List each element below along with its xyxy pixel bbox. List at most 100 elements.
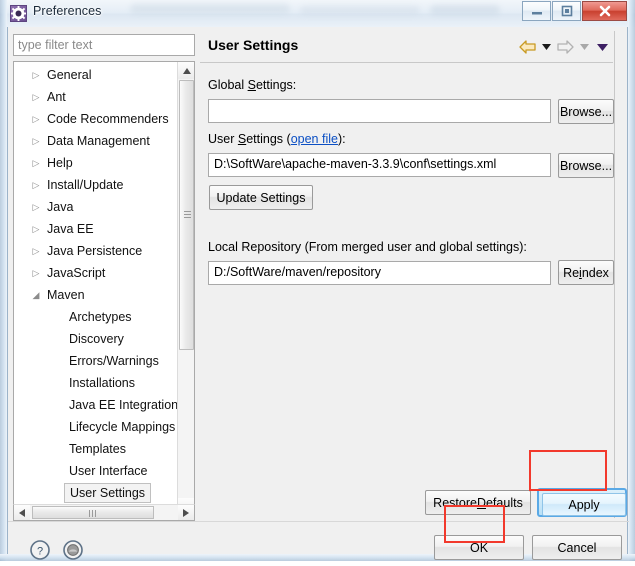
user-settings-label-mid: ettings (	[246, 132, 291, 146]
tree-item-discovery[interactable]: Discovery	[14, 328, 194, 350]
minimize-button[interactable]	[522, 1, 551, 21]
apply-circle-icon[interactable]	[62, 539, 84, 561]
tree-scrollbar-thumb[interactable]	[179, 80, 194, 350]
tree-item-label: Archetypes	[69, 310, 132, 324]
restore-defaults-label-pre: Restore	[433, 495, 477, 510]
collapsed-triangle-icon[interactable]: ▷	[30, 86, 42, 108]
global-settings-label-post: ettings:	[255, 78, 297, 92]
tree-item-label: Java EE	[47, 222, 94, 236]
tree-item-user-interface[interactable]: User Interface	[14, 460, 194, 482]
collapsed-triangle-icon[interactable]: ▷	[30, 196, 42, 218]
scroll-up-icon[interactable]	[178, 62, 194, 79]
open-file-link[interactable]: open file	[291, 132, 338, 146]
window-edge-right	[628, 0, 635, 561]
collapsed-triangle-icon[interactable]: ▷	[30, 108, 42, 130]
tree-item-list: ▷ General ▷ Ant ▷ Code Recommenders ▷ Data Mana…	[14, 64, 194, 515]
collapsed-triangle-icon[interactable]: ▷	[30, 174, 42, 196]
close-button[interactable]	[582, 1, 627, 21]
tree-item-label: Errors/Warnings	[69, 354, 159, 368]
tree-horizontal-scrollbar[interactable]	[13, 504, 195, 521]
global-settings-browse-button[interactable]: Browse...	[558, 99, 614, 124]
page-title: User Settings	[208, 37, 299, 53]
scrollbar-grip-icon	[184, 211, 191, 219]
tree-item-label: Java	[47, 200, 74, 214]
desktop-glass-blur	[130, 4, 290, 14]
global-settings-input[interactable]	[208, 99, 551, 123]
collapsed-triangle-icon[interactable]: ▷	[30, 218, 42, 240]
collapsed-triangle-icon[interactable]: ▷	[30, 64, 42, 86]
collapsed-triangle-icon[interactable]: ▷	[30, 262, 42, 284]
tree-item-ant[interactable]: ▷ Ant	[14, 86, 194, 108]
help-circle-icon[interactable]: ?	[29, 539, 51, 561]
local-repository-input[interactable]: D:/SoftWare/maven/repository	[208, 261, 551, 285]
tree-item-label: Templates	[69, 442, 126, 456]
cancel-button[interactable]: Cancel	[532, 535, 622, 560]
window-title: Preferences	[33, 4, 102, 18]
tree-item-java-ee[interactable]: ▷ Java EE	[14, 218, 194, 240]
tree-item-general[interactable]: ▷ General	[14, 64, 194, 86]
maximize-button[interactable]	[552, 1, 581, 21]
tree-item-label: Code Recommenders	[47, 112, 169, 126]
tree-item-user-settings[interactable]: User Settings	[14, 482, 194, 504]
global-settings-label: Global Settings:	[208, 78, 296, 92]
tree-item-lifecycle-mappings[interactable]: Lifecycle Mappings	[14, 416, 194, 438]
tree-item-label: Discovery	[69, 332, 124, 346]
forward-arrow-icon	[556, 38, 574, 56]
apply-button[interactable]: Apply	[542, 493, 626, 516]
minimize-icon	[523, 2, 550, 20]
tree-item-label: Help	[47, 156, 73, 170]
scroll-right-icon[interactable]	[178, 505, 194, 520]
tree-item-archetypes[interactable]: Archetypes	[14, 306, 194, 328]
tree-item-javascript[interactable]: ▷ JavaScript	[14, 262, 194, 284]
collapsed-triangle-icon[interactable]: ▷	[30, 130, 42, 152]
user-settings-label: User Settings (open file):	[208, 132, 346, 146]
close-icon	[583, 2, 626, 20]
tree-item-java-persistence[interactable]: ▷ Java Persistence	[14, 240, 194, 262]
back-dropdown-chevron-down-icon[interactable]	[540, 38, 552, 56]
back-arrow-icon[interactable]	[518, 38, 536, 56]
tree-item-label: User Interface	[69, 464, 148, 478]
reindex-button[interactable]: Re i ndex	[558, 260, 614, 285]
tree-item-label: JavaScript	[47, 266, 106, 280]
tree-item-label: Java Persistence	[47, 244, 143, 258]
tree-item-errors-warnings[interactable]: Errors/Warnings	[14, 350, 194, 372]
collapsed-triangle-icon[interactable]: ▷	[30, 240, 42, 262]
desktop-glass-blur	[300, 6, 420, 15]
restore-icon	[553, 2, 580, 20]
filter-input[interactable]: type filter text	[13, 34, 195, 56]
restore-defaults-label-mnemonic: D	[476, 495, 486, 510]
content-right-divider	[614, 31, 615, 518]
tree-item-installations[interactable]: Installations	[14, 372, 194, 394]
gear-icon	[10, 5, 27, 22]
scroll-left-icon[interactable]	[14, 505, 30, 520]
tree-item-install-update[interactable]: ▷ Install/Update	[14, 174, 194, 196]
tree-item-maven[interactable]: ◢ Maven	[14, 284, 194, 306]
preferences-tree[interactable]: ▷ General ▷ Ant ▷ Code Recommenders ▷ Data Mana…	[13, 61, 195, 516]
tree-item-label: Installations	[69, 376, 136, 390]
tree-item-data-management[interactable]: ▷ Data Management	[14, 130, 194, 152]
user-settings-browse-button[interactable]: Browse...	[558, 153, 614, 178]
settings-content-pane: User Settings Global Settings: Browse...…	[200, 31, 620, 518]
content-header: User Settings	[200, 31, 620, 63]
tree-item-label: Maven	[47, 288, 85, 302]
user-settings-input[interactable]: D:\SoftWare\apache-maven-3.3.9\conf\sett…	[208, 153, 551, 177]
tree-item-code-recommenders[interactable]: ▷ Code Recommenders	[14, 108, 194, 130]
tree-vertical-scrollbar[interactable]	[177, 62, 194, 515]
title-bar: Preferences	[0, 0, 635, 27]
tree-item-java[interactable]: ▷ Java	[14, 196, 194, 218]
tree-item-label: Lifecycle Mappings	[69, 420, 176, 434]
tree-item-java-ee-integration[interactable]: Java EE Integration	[14, 394, 194, 416]
update-settings-button[interactable]: Update Settings	[209, 185, 313, 210]
collapsed-triangle-icon[interactable]: ▷	[30, 152, 42, 174]
tree-hscrollbar-thumb[interactable]	[32, 506, 154, 519]
tree-item-help[interactable]: ▷ Help	[14, 152, 194, 174]
tree-item-label: User Settings	[64, 483, 152, 503]
ok-button[interactable]: OK	[434, 535, 524, 560]
tree-item-templates[interactable]: Templates	[14, 438, 194, 460]
tree-item-label: Install/Update	[47, 178, 124, 192]
expanded-triangle-icon[interactable]: ◢	[30, 284, 42, 306]
header-divider	[200, 62, 613, 63]
scrollbar-grip-icon	[89, 510, 97, 517]
nav-menu-chevron-down-icon[interactable]	[596, 38, 608, 56]
restore-defaults-button[interactable]: Restore Defaults	[425, 490, 531, 515]
